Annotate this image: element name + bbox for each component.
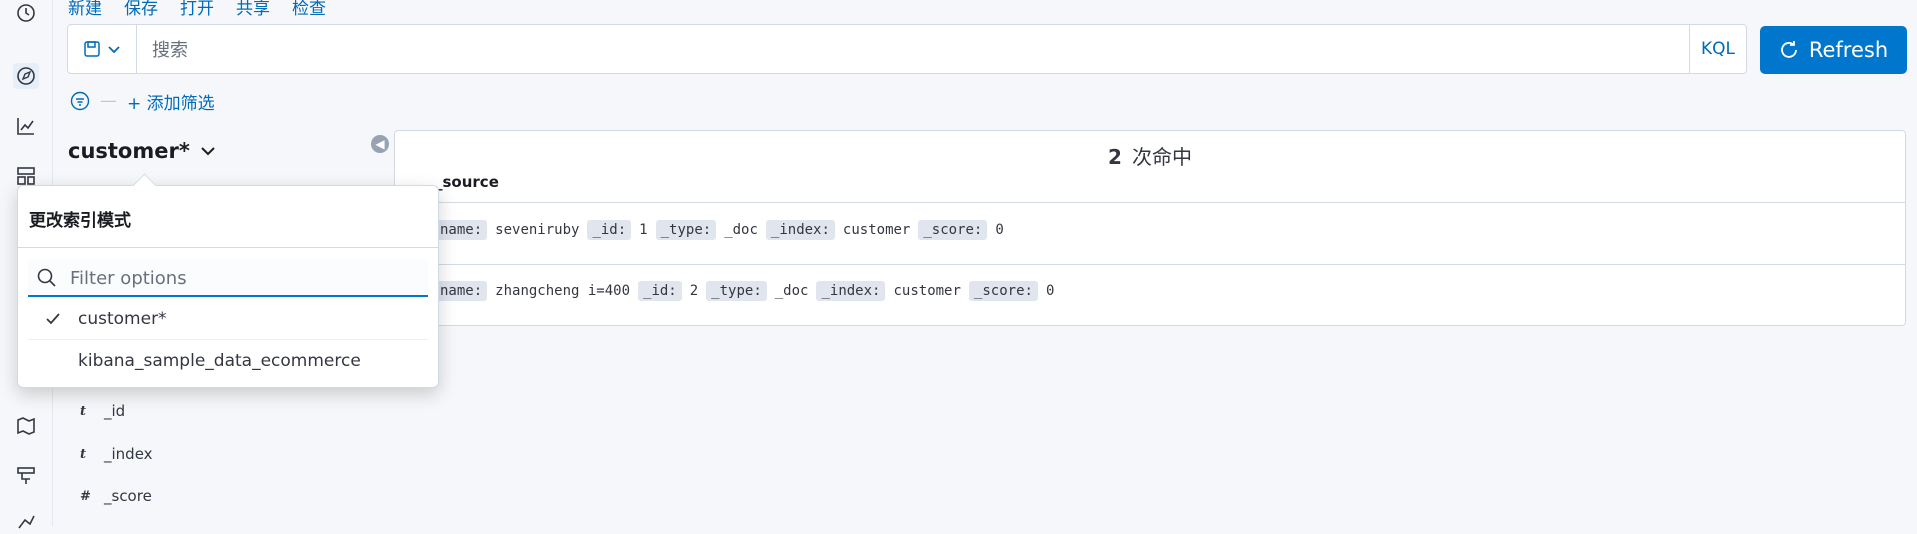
option-item[interactable]: kibana_sample_data_ecommerce xyxy=(28,341,428,381)
field-key: _id: xyxy=(587,220,632,240)
divider xyxy=(395,264,1905,265)
field-value: _doc xyxy=(724,222,758,238)
menu-new[interactable]: 新建 xyxy=(68,0,102,19)
graph-icon[interactable] xyxy=(13,508,39,534)
add-filter-link[interactable]: + 添加筛选 xyxy=(127,89,215,114)
popover-title: 更改索引模式 xyxy=(29,211,131,231)
option-label: kibana_sample_data_ecommerce xyxy=(78,351,361,371)
menu-open[interactable]: 打开 xyxy=(180,0,214,19)
field-type-icon: t xyxy=(80,403,87,419)
popover-arrow xyxy=(132,173,157,198)
table-row[interactable]: name: zhangcheng i=400 _id: 2 _type: _doc _… xyxy=(435,276,1054,306)
hit-count-number: 2 xyxy=(1108,145,1122,169)
top-menu: 新建 保存 打开 共享 检查 xyxy=(68,0,326,19)
field-value: 2 xyxy=(689,283,699,299)
field-key: _type: xyxy=(655,220,717,240)
field-key: _score: xyxy=(918,220,988,240)
change-index-pattern-popover: 更改索引模式 customer* kibana_sample_data_ecom… xyxy=(17,173,439,388)
refresh-icon xyxy=(1780,41,1797,58)
discover-icon[interactable] xyxy=(13,63,39,89)
field-value: 1 xyxy=(639,222,648,238)
filter-icon[interactable] xyxy=(70,91,90,111)
refresh-button[interactable]: Refresh xyxy=(1760,26,1907,74)
filter-options-field xyxy=(28,259,428,297)
field-key: _id: xyxy=(638,281,682,301)
check-icon xyxy=(28,311,78,327)
field-key: _index: xyxy=(816,281,886,301)
filter-options-input[interactable] xyxy=(68,264,412,292)
results-panel: 2 次命中 _source name: seveniruby _id: 1 _type… xyxy=(394,130,1906,326)
field-value: 0 xyxy=(1045,283,1055,299)
field-value: seveniruby xyxy=(495,222,580,238)
menu-inspect[interactable]: 检查 xyxy=(292,0,326,19)
option-label: customer* xyxy=(78,309,167,329)
kql-toggle[interactable]: KQL xyxy=(1689,25,1746,73)
search-icon xyxy=(37,268,56,287)
field-key: _type: xyxy=(706,281,767,301)
chevron-down-icon xyxy=(108,46,120,54)
index-pattern-selector[interactable]: customer* xyxy=(68,136,216,166)
field-key: _index: xyxy=(765,220,835,240)
collapse-sidebar-button[interactable]: ◀ xyxy=(371,135,389,153)
field-name: _id xyxy=(104,402,126,420)
field-key: name: xyxy=(435,220,488,240)
field-name: _score xyxy=(104,487,152,505)
field-value: _doc xyxy=(774,283,809,299)
divider xyxy=(28,339,428,340)
hit-count: 2 次命中 xyxy=(395,141,1905,170)
ml-icon[interactable] xyxy=(13,463,39,489)
field-type-icon: # xyxy=(80,488,91,504)
option-item[interactable]: customer* xyxy=(28,299,428,339)
field-value: customer xyxy=(893,283,961,299)
field-item[interactable]: t _id xyxy=(80,398,125,424)
visualize-icon[interactable] xyxy=(13,113,39,139)
save-icon xyxy=(84,41,100,57)
search-input[interactable] xyxy=(150,35,1634,65)
filter-divider: — xyxy=(100,91,117,111)
field-item[interactable]: # _score xyxy=(80,483,152,509)
field-key: name: xyxy=(435,281,488,301)
field-key: _score: xyxy=(968,281,1038,301)
table-row[interactable]: name: seveniruby _id: 1 _type: _doc _index:… xyxy=(435,215,1004,245)
refresh-label: Refresh xyxy=(1808,38,1889,62)
field-value: zhangcheng i=400 xyxy=(495,283,631,299)
menu-share[interactable]: 共享 xyxy=(236,0,270,19)
source-column-header[interactable]: _source xyxy=(435,173,499,191)
query-bar: KQL xyxy=(67,24,1747,74)
field-item[interactable]: t _index xyxy=(80,441,153,467)
field-name: _index xyxy=(104,445,153,463)
divider xyxy=(395,202,1905,203)
saved-query-button[interactable] xyxy=(68,25,137,73)
filter-row: — + 添加筛选 xyxy=(70,88,215,114)
index-pattern-label: customer* xyxy=(68,139,190,163)
field-value: 0 xyxy=(995,222,1004,238)
maps-icon[interactable] xyxy=(13,413,39,439)
clock-icon[interactable] xyxy=(13,0,39,26)
arrow-left-icon: ◀ xyxy=(375,137,385,151)
menu-save[interactable]: 保存 xyxy=(124,0,158,19)
hit-count-label: 次命中 xyxy=(1131,145,1192,169)
field-value: customer xyxy=(842,222,911,238)
divider xyxy=(18,247,438,248)
field-type-icon: t xyxy=(80,446,87,462)
chevron-down-icon xyxy=(201,147,215,156)
